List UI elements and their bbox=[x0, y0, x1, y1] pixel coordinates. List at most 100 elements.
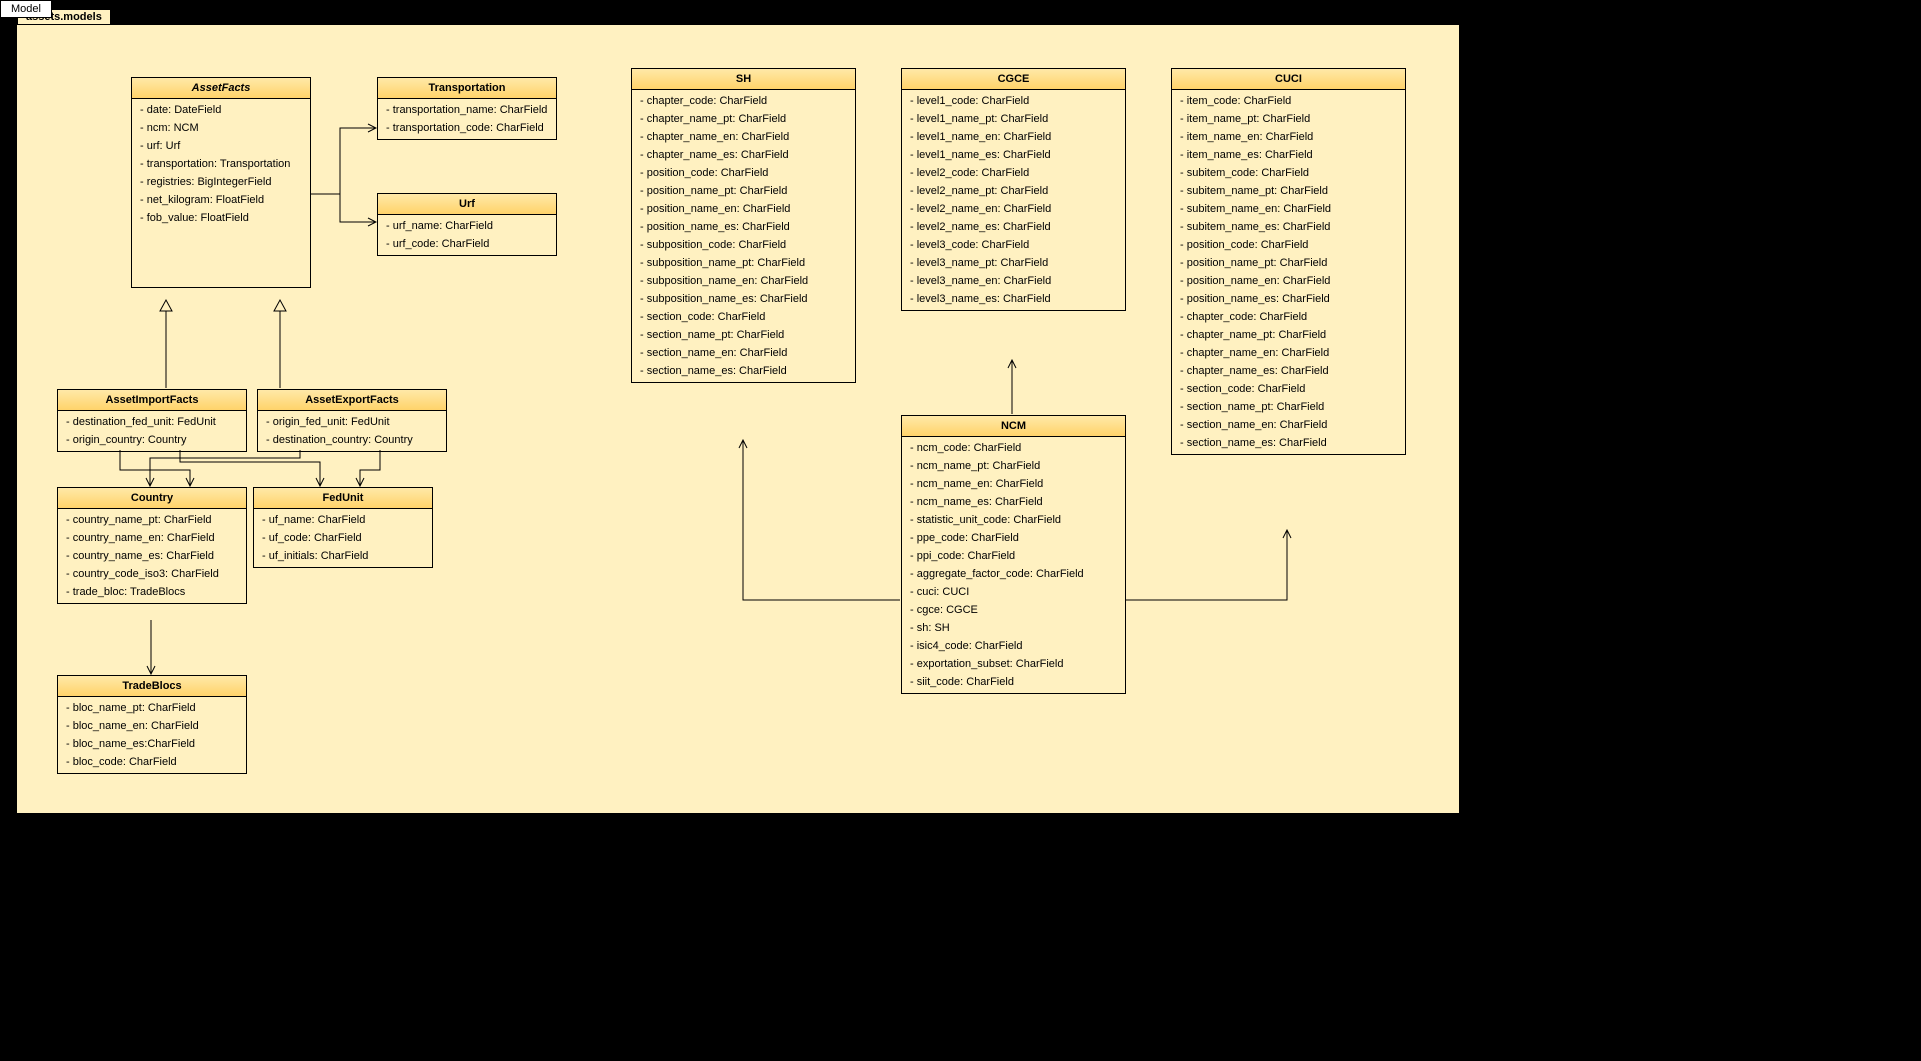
class-attribute: - section_name_en: CharField bbox=[632, 344, 855, 362]
class-attribute: - chapter_code: CharField bbox=[1172, 308, 1405, 326]
class-attribute: - destination_country: Country bbox=[258, 431, 446, 449]
class-attribute: - sh: SH bbox=[902, 619, 1125, 637]
class-attribute: - level2_code: CharField bbox=[902, 164, 1125, 182]
class-attribute: - transportation: Transportation bbox=[132, 155, 310, 173]
class-attribute: - chapter_name_es: CharField bbox=[632, 146, 855, 164]
class-body: - uf_name: CharField- uf_code: CharField… bbox=[254, 509, 432, 567]
class-assetimportfacts[interactable]: AssetImportFacts - destination_fed_unit:… bbox=[57, 389, 247, 452]
class-transportation[interactable]: Transportation - transportation_name: Ch… bbox=[377, 77, 557, 140]
class-attribute: - level1_name_en: CharField bbox=[902, 128, 1125, 146]
class-urf[interactable]: Urf - urf_name: CharField- urf_code: Cha… bbox=[377, 193, 557, 256]
class-attribute: - chapter_code: CharField bbox=[632, 92, 855, 110]
class-title: CUCI bbox=[1172, 69, 1405, 90]
class-title: Transportation bbox=[378, 78, 556, 99]
class-attribute: - section_name_es: CharField bbox=[632, 362, 855, 380]
class-attribute: - subposition_name_pt: CharField bbox=[632, 254, 855, 272]
class-attribute: - position_name_es: CharField bbox=[632, 218, 855, 236]
class-attribute: - transportation_name: CharField bbox=[378, 101, 556, 119]
class-attribute: - aggregate_factor_code: CharField bbox=[902, 565, 1125, 583]
model-tab[interactable]: Model bbox=[0, 0, 52, 18]
class-attribute: - country_name_pt: CharField bbox=[58, 511, 246, 529]
class-tradeblocs[interactable]: TradeBlocs - bloc_name_pt: CharField- bl… bbox=[57, 675, 247, 774]
class-attribute: - subposition_code: CharField bbox=[632, 236, 855, 254]
class-attribute: - section_name_es: CharField bbox=[1172, 434, 1405, 452]
class-title: FedUnit bbox=[254, 488, 432, 509]
class-body: - urf_name: CharField- urf_code: CharFie… bbox=[378, 215, 556, 255]
class-attribute: - exportation_subset: CharField bbox=[902, 655, 1125, 673]
class-attribute: - origin_fed_unit: FedUnit bbox=[258, 413, 446, 431]
class-attribute: - bloc_name_pt: CharField bbox=[58, 699, 246, 717]
class-attribute: - item_name_pt: CharField bbox=[1172, 110, 1405, 128]
class-attribute: - level1_code: CharField bbox=[902, 92, 1125, 110]
class-attribute: - position_name_pt: CharField bbox=[632, 182, 855, 200]
class-attribute: - chapter_name_pt: CharField bbox=[632, 110, 855, 128]
package-assets-models: assets.models AssetFacts - date: DateFie… bbox=[16, 24, 1460, 814]
class-attribute: - subposition_name_es: CharField bbox=[632, 290, 855, 308]
class-body: - origin_fed_unit: FedUnit- destination_… bbox=[258, 411, 446, 451]
class-attribute: - level1_name_pt: CharField bbox=[902, 110, 1125, 128]
class-attribute: - trade_bloc: TradeBlocs bbox=[58, 583, 246, 601]
class-attribute: - level3_name_pt: CharField bbox=[902, 254, 1125, 272]
class-attribute: - section_name_pt: CharField bbox=[632, 326, 855, 344]
class-title: Country bbox=[58, 488, 246, 509]
class-attribute: - position_name_pt: CharField bbox=[1172, 254, 1405, 272]
class-ncm[interactable]: NCM - ncm_code: CharField- ncm_name_pt: … bbox=[901, 415, 1126, 694]
class-attribute: - date: DateField bbox=[132, 101, 310, 119]
class-attribute: - net_kilogram: FloatField bbox=[132, 191, 310, 209]
class-assetexportfacts[interactable]: AssetExportFacts - origin_fed_unit: FedU… bbox=[257, 389, 447, 452]
class-attribute: - position_name_en: CharField bbox=[632, 200, 855, 218]
class-attribute: - bloc_name_en: CharField bbox=[58, 717, 246, 735]
class-body: - bloc_name_pt: CharField- bloc_name_en:… bbox=[58, 697, 246, 773]
class-attribute: - ppi_code: CharField bbox=[902, 547, 1125, 565]
class-sh[interactable]: SH - chapter_code: CharField- chapter_na… bbox=[631, 68, 856, 383]
class-title: CGCE bbox=[902, 69, 1125, 90]
class-body: - destination_fed_unit: FedUnit- origin_… bbox=[58, 411, 246, 451]
class-cuci[interactable]: CUCI - item_code: CharField- item_name_p… bbox=[1171, 68, 1406, 455]
class-attribute: - urf: Urf bbox=[132, 137, 310, 155]
class-country[interactable]: Country - country_name_pt: CharField- co… bbox=[57, 487, 247, 604]
class-attribute: - item_name_es: CharField bbox=[1172, 146, 1405, 164]
class-attribute: - chapter_name_en: CharField bbox=[1172, 344, 1405, 362]
class-title: SH bbox=[632, 69, 855, 90]
model-tab-label: Model bbox=[11, 3, 41, 15]
class-attribute: - position_name_es: CharField bbox=[1172, 290, 1405, 308]
class-attribute: - bloc_code: CharField bbox=[58, 753, 246, 771]
class-attribute: - item_code: CharField bbox=[1172, 92, 1405, 110]
class-assetfacts[interactable]: AssetFacts - date: DateField- ncm: NCM- … bbox=[131, 77, 311, 288]
class-attribute: - statistic_unit_code: CharField bbox=[902, 511, 1125, 529]
class-attribute: - uf_initials: CharField bbox=[254, 547, 432, 565]
class-attribute: - uf_name: CharField bbox=[254, 511, 432, 529]
class-attribute: - siit_code: CharField bbox=[902, 673, 1125, 691]
class-body: - item_code: CharField- item_name_pt: Ch… bbox=[1172, 90, 1405, 454]
class-attribute: - bloc_name_es:CharField bbox=[58, 735, 246, 753]
class-attribute: - urf_code: CharField bbox=[378, 235, 556, 253]
class-attribute: - cuci: CUCI bbox=[902, 583, 1125, 601]
class-attribute: - level2_name_en: CharField bbox=[902, 200, 1125, 218]
class-fedunit[interactable]: FedUnit - uf_name: CharField- uf_code: C… bbox=[253, 487, 433, 568]
class-attribute: - level3_code: CharField bbox=[902, 236, 1125, 254]
class-attribute: - country_name_en: CharField bbox=[58, 529, 246, 547]
class-attribute: - ncm: NCM bbox=[132, 119, 310, 137]
class-body: - level1_code: CharField- level1_name_pt… bbox=[902, 90, 1125, 310]
class-attribute: - section_code: CharField bbox=[632, 308, 855, 326]
class-attribute: - origin_country: Country bbox=[58, 431, 246, 449]
class-attribute: - chapter_name_pt: CharField bbox=[1172, 326, 1405, 344]
class-attribute: - section_code: CharField bbox=[1172, 380, 1405, 398]
class-title: Urf bbox=[378, 194, 556, 215]
class-cgce[interactable]: CGCE - level1_code: CharField- level1_na… bbox=[901, 68, 1126, 311]
class-attribute: - ncm_name_es: CharField bbox=[902, 493, 1125, 511]
class-attribute: - position_code: CharField bbox=[1172, 236, 1405, 254]
class-attribute: - section_name_pt: CharField bbox=[1172, 398, 1405, 416]
class-attribute: - destination_fed_unit: FedUnit bbox=[58, 413, 246, 431]
class-attribute: - subitem_code: CharField bbox=[1172, 164, 1405, 182]
class-body: - ncm_code: CharField- ncm_name_pt: Char… bbox=[902, 437, 1125, 693]
class-body: - country_name_pt: CharField- country_na… bbox=[58, 509, 246, 603]
class-attribute: - fob_value: FloatField bbox=[132, 209, 310, 227]
class-attribute: - ncm_name_pt: CharField bbox=[902, 457, 1125, 475]
class-attribute: - position_name_en: CharField bbox=[1172, 272, 1405, 290]
class-body: - transportation_name: CharField- transp… bbox=[378, 99, 556, 139]
class-attribute: - isic4_code: CharField bbox=[902, 637, 1125, 655]
class-attribute: - uf_code: CharField bbox=[254, 529, 432, 547]
class-body: - chapter_code: CharField- chapter_name_… bbox=[632, 90, 855, 382]
class-attribute: - level2_name_es: CharField bbox=[902, 218, 1125, 236]
